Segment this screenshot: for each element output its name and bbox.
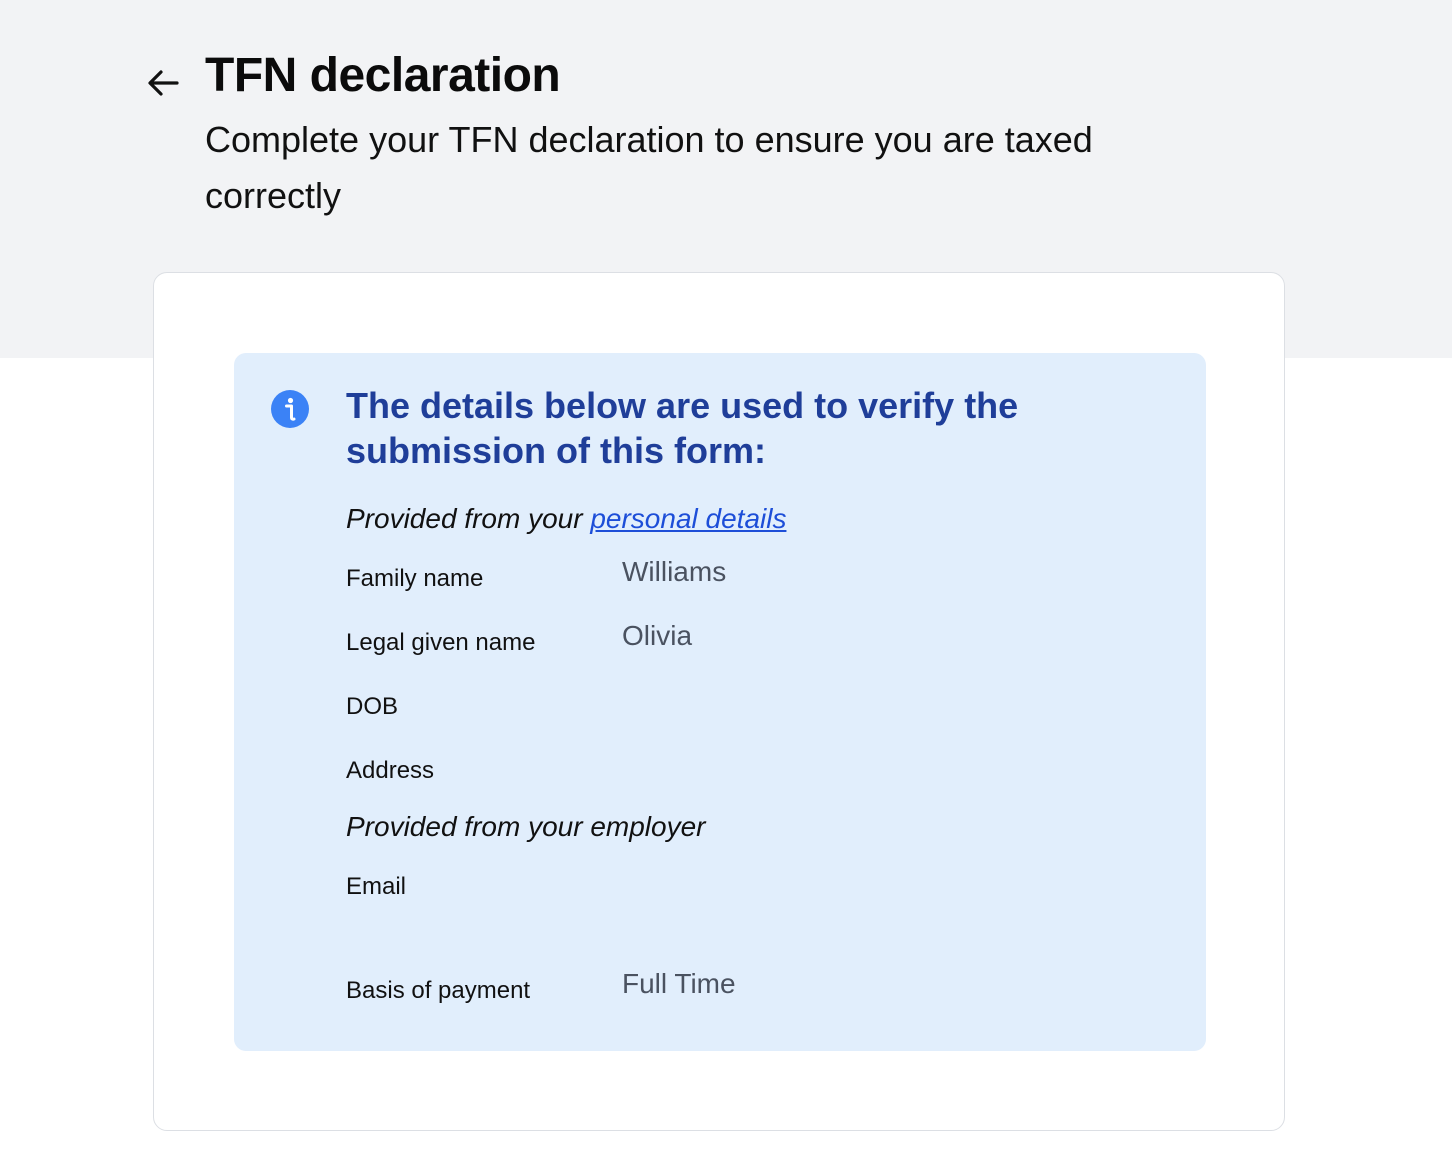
arrow-left-icon [148, 70, 179, 96]
back-button[interactable] [140, 62, 186, 102]
info-heading: The details below are used to verify the… [346, 385, 1019, 471]
address-label: Address [346, 757, 435, 784]
info-icon [271, 390, 309, 428]
basis-of-payment-label: Basis of payment [346, 977, 531, 1004]
dob-label: DOB [346, 693, 399, 720]
legal-given-name-value: Olivia [622, 620, 693, 651]
personal-details-link[interactable]: personal details [590, 503, 786, 534]
email-label: Email [346, 873, 407, 900]
family-name-value: Williams [622, 556, 727, 587]
tfn-declaration-card: The details below are used to verify the… [153, 272, 1285, 1131]
employer-section-label: Provided from your employer [346, 811, 706, 842]
personal-details-prefix: Provided from your [346, 503, 591, 534]
legal-given-name-label: Legal given name [346, 629, 536, 656]
page-subtitle: Complete your TFN declaration to ensure … [205, 119, 1093, 216]
family-name-label: Family name [346, 565, 484, 592]
personal-details-section-label: Provided from your personal details [346, 503, 786, 535]
verification-info-box: The details below are used to verify the… [234, 353, 1206, 1051]
basis-of-payment-value: Full Time [622, 968, 736, 999]
page-title: TFN declaration [205, 49, 561, 102]
